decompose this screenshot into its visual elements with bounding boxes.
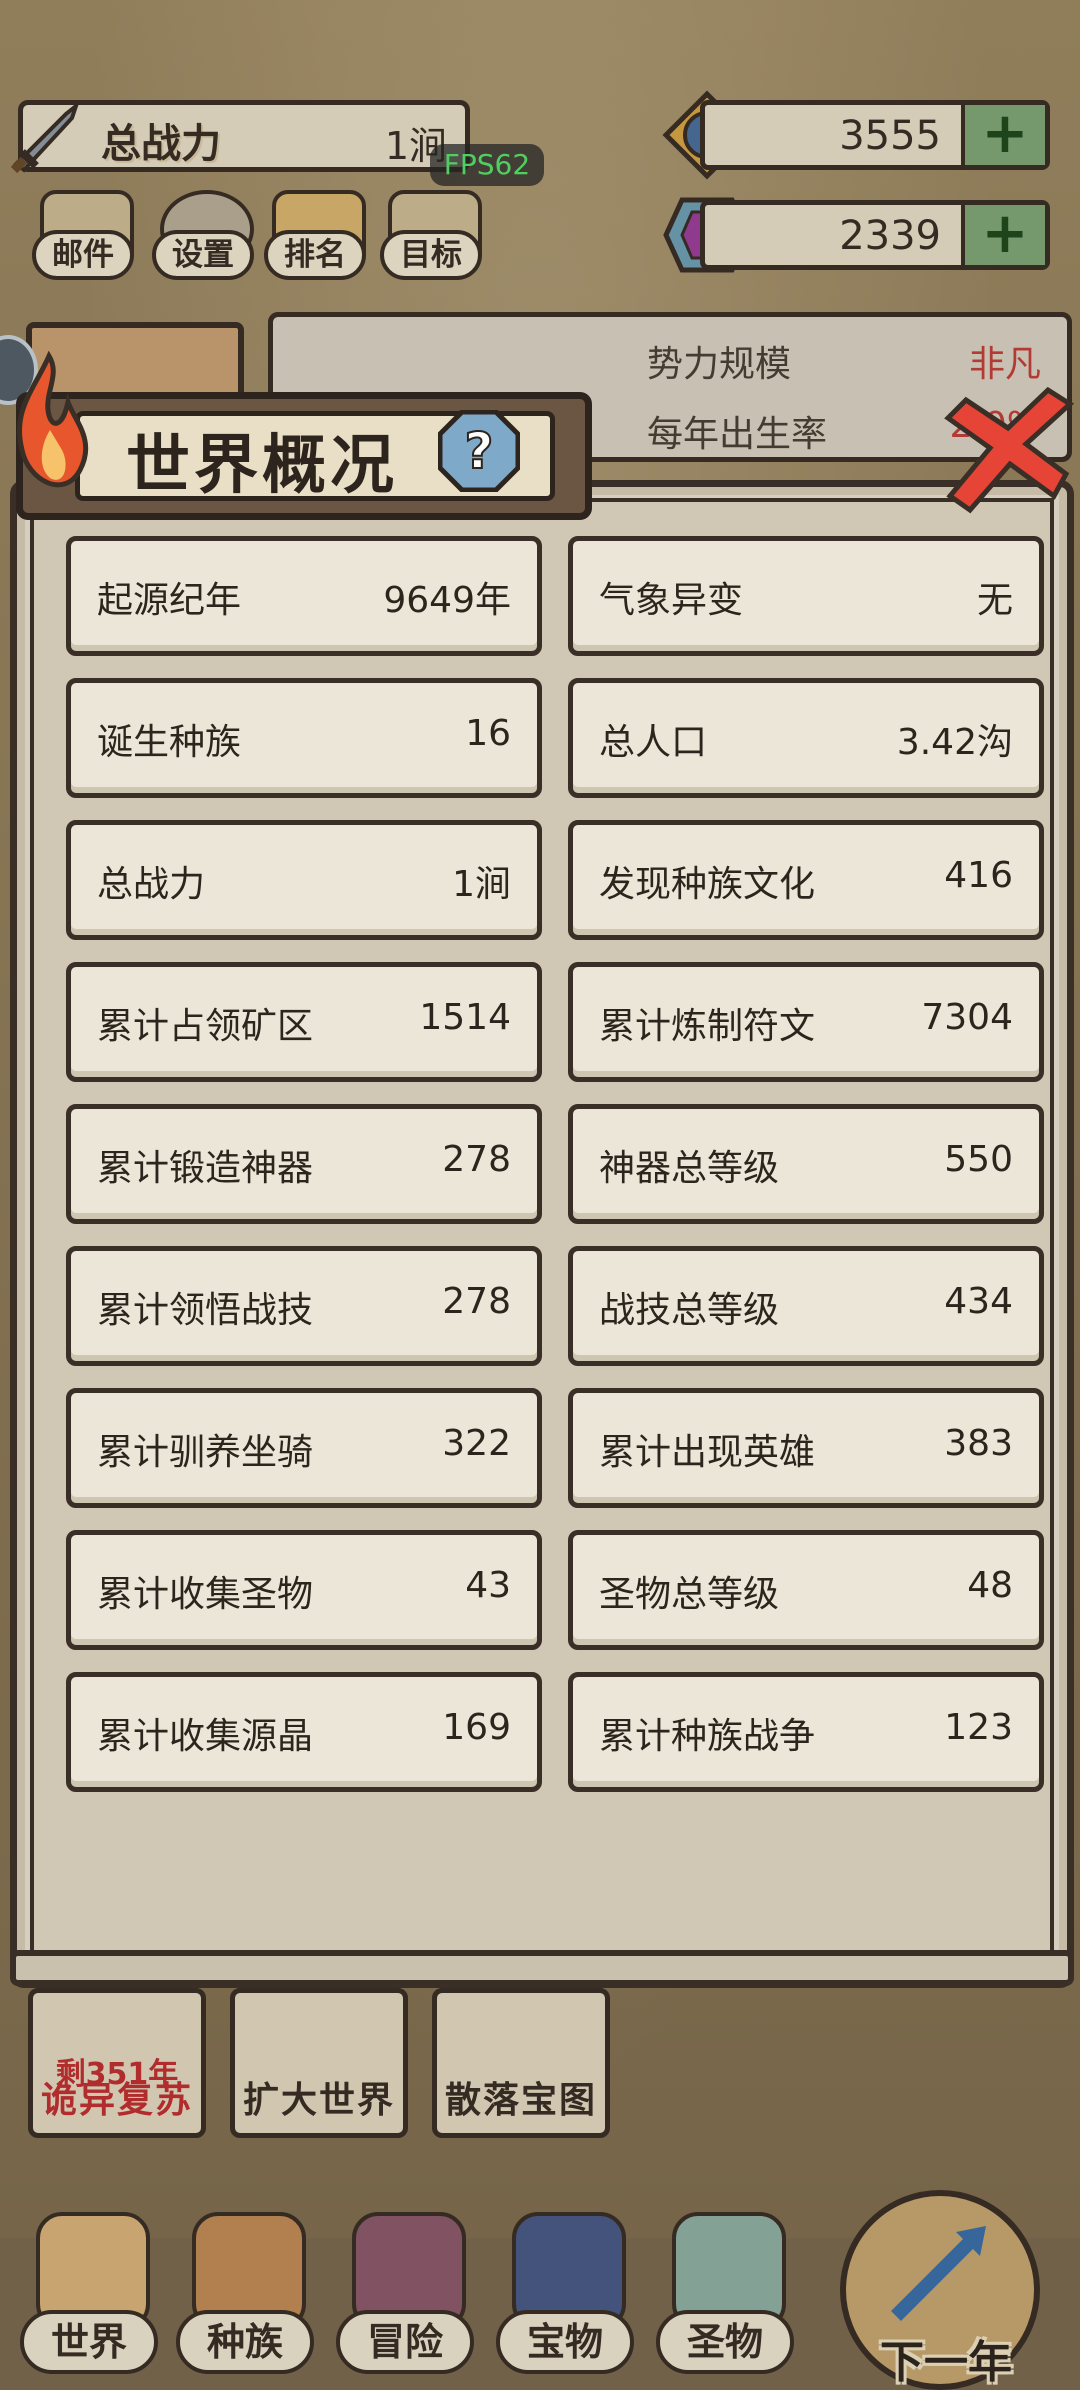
stat-card: 诞生种族 16 xyxy=(66,678,542,798)
stat-card: 气象异变 无 xyxy=(568,536,1044,656)
stat-value: 123 xyxy=(944,1707,1013,1748)
stat-label: 总人口 xyxy=(599,722,708,763)
flame-icon xyxy=(16,350,89,488)
stat-card: 起源纪年 9649年 xyxy=(66,536,542,656)
stat-value: 278 xyxy=(442,1139,511,1180)
stat-card: 神器总等级 550 xyxy=(568,1104,1044,1224)
stat-value: 383 xyxy=(944,1423,1013,1464)
stat-label: 起源纪年 xyxy=(97,580,242,621)
stat-value: 7304 xyxy=(921,997,1013,1038)
stat-value: 278 xyxy=(442,1281,511,1322)
stat-value: 434 xyxy=(944,1281,1013,1322)
stat-card: 累计出现英雄 383 xyxy=(568,1388,1044,1508)
stat-value: 48 xyxy=(967,1565,1013,1606)
close-icon[interactable] xyxy=(930,378,1080,528)
stat-value: 3.42沟 xyxy=(896,722,1013,763)
stat-label: 发现种族文化 xyxy=(599,864,816,905)
stat-value: 无 xyxy=(976,580,1013,621)
stat-label: 累计炼制符文 xyxy=(599,1006,816,1047)
stat-value: 1涧 xyxy=(452,864,511,905)
stat-card: 累计领悟战技 278 xyxy=(66,1246,542,1366)
stat-card: 累计驯养坐骑 322 xyxy=(66,1388,542,1508)
stat-card: 累计种族战争 123 xyxy=(568,1672,1044,1792)
stat-value: 43 xyxy=(465,1565,511,1606)
stat-label: 累计占领矿区 xyxy=(97,1006,314,1047)
stat-card: 累计收集圣物 43 xyxy=(66,1530,542,1650)
stat-card: 累计锻造神器 278 xyxy=(66,1104,542,1224)
stat-value: 550 xyxy=(944,1139,1013,1180)
stat-card: 总战力 1涧 xyxy=(66,820,542,940)
stat-value: 1514 xyxy=(419,997,511,1038)
stat-card: 发现种族文化 416 xyxy=(568,820,1044,940)
modal-title: 世界概况 xyxy=(126,429,398,503)
stat-label: 诞生种族 xyxy=(97,722,242,763)
stat-card: 总人口 3.42沟 xyxy=(568,678,1044,798)
stat-card: 圣物总等级 48 xyxy=(568,1530,1044,1650)
stat-label: 总战力 xyxy=(97,864,206,905)
stat-card: 累计占领矿区 1514 xyxy=(66,962,542,1082)
stat-value: 169 xyxy=(442,1707,511,1748)
stat-label: 气象异变 xyxy=(599,580,744,621)
modal-content: 起源纪年 9649年 气象异变 无 诞生种族 16 总人口 3.42沟 总战力 … xyxy=(30,498,1054,1954)
stat-label: 累计收集源晶 xyxy=(97,1716,314,1757)
stat-label: 累计收集圣物 xyxy=(97,1574,314,1615)
modal-bottom-edge xyxy=(10,1950,1074,1986)
stat-card: 战技总等级 434 xyxy=(568,1246,1044,1366)
stat-label: 累计领悟战技 xyxy=(97,1290,314,1331)
stat-value: 322 xyxy=(442,1423,511,1464)
help-icon[interactable]: ? xyxy=(438,410,520,492)
world-overview-modal: 起源纪年 9649年 气象异变 无 诞生种族 16 总人口 3.42沟 总战力 … xyxy=(10,350,1075,1988)
stat-label: 累计驯养坐骑 xyxy=(97,1432,314,1473)
stat-label: 神器总等级 xyxy=(599,1148,780,1189)
stat-value: 9649年 xyxy=(383,580,511,621)
stat-label: 圣物总等级 xyxy=(599,1574,780,1615)
stat-card: 累计收集源晶 169 xyxy=(66,1672,542,1792)
stat-value: 16 xyxy=(465,713,511,754)
stat-label: 累计出现英雄 xyxy=(599,1432,816,1473)
stat-label: 累计种族战争 xyxy=(599,1716,816,1757)
stat-value: 416 xyxy=(944,855,1013,896)
stat-card: 累计炼制符文 7304 xyxy=(568,962,1044,1082)
help-glyph: ? xyxy=(464,422,493,480)
stat-label: 战技总等级 xyxy=(599,1290,780,1331)
stat-label: 累计锻造神器 xyxy=(97,1148,314,1189)
